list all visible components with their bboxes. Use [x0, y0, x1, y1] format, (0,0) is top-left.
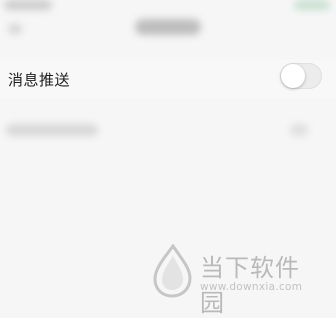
setting-label-blurred [6, 124, 98, 136]
status-bar-right-blurred [294, 0, 330, 10]
message-push-toggle[interactable] [280, 63, 322, 89]
back-button-blurred[interactable] [8, 24, 22, 34]
downxia-logo-icon [153, 244, 192, 298]
toggle-knob [281, 64, 305, 88]
watermark-url: www.downxia.com [200, 281, 303, 293]
chevron-right-icon [290, 124, 308, 136]
watermark: 当下软件园 www.downxia.com [150, 244, 320, 317]
setting-row-blurred[interactable] [0, 110, 336, 152]
status-bar-left-blurred [4, 0, 52, 10]
page-title-blurred [135, 19, 201, 35]
setting-row-message-push[interactable]: 消息推送 [0, 60, 336, 98]
setting-label-message-push: 消息推送 [8, 71, 71, 89]
